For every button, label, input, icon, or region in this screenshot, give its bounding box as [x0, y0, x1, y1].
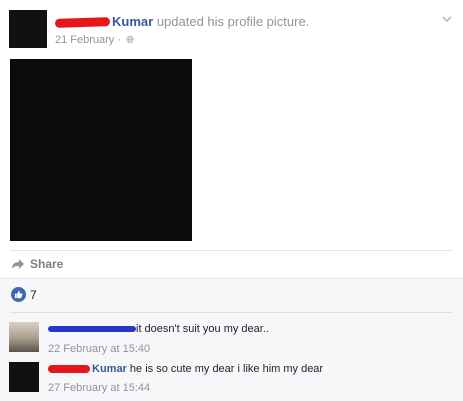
divider: [10, 312, 453, 313]
post-headline: Kumar updated his profile picture.: [54, 14, 310, 29]
post-action-text: updated his profile picture.: [156, 14, 310, 29]
redaction-mark: [54, 17, 111, 29]
feedback-section: 7 it doesn't suit you my dear.. 22 Febru…: [0, 278, 463, 401]
commenter-name-link[interactable]: Kumar: [92, 363, 127, 375]
share-arrow-icon: [12, 259, 24, 269]
comment-timestamp[interactable]: 22 February at 15:40: [48, 343, 150, 355]
reaction-summary[interactable]: 7: [11, 287, 37, 302]
comment-body: Kumar he is so cute my dear i like him m…: [48, 363, 323, 375]
author-avatar[interactable]: [9, 10, 47, 48]
share-label: Share: [30, 257, 64, 271]
comment-timestamp[interactable]: 27 February at 15:44: [48, 382, 150, 394]
comment-text: he is so cute my dear i like him my dear: [129, 363, 324, 375]
like-count: 7: [30, 287, 37, 302]
facebook-post: Kumar updated his profile picture. 21 Fe…: [0, 0, 463, 401]
comment-body: it doesn't suit you my dear..: [48, 323, 269, 335]
post-meta: 21 February · 🌐︎: [55, 34, 135, 46]
redaction-mark: [48, 365, 90, 374]
profile-picture-image[interactable]: [10, 59, 192, 241]
globe-icon: 🌐︎: [126, 35, 135, 46]
redaction-mark: [48, 326, 136, 333]
divider: [10, 250, 453, 251]
commenter-avatar[interactable]: [9, 362, 39, 392]
share-button[interactable]: Share: [11, 257, 63, 271]
author-name-link[interactable]: Kumar: [112, 14, 153, 29]
post-date-link[interactable]: 21 February: [55, 34, 114, 46]
like-icon: [11, 287, 26, 302]
commenter-avatar[interactable]: [9, 322, 39, 352]
chevron-down-icon[interactable]: [440, 12, 454, 26]
comment-text: it doesn't suit you my dear..: [136, 323, 269, 335]
